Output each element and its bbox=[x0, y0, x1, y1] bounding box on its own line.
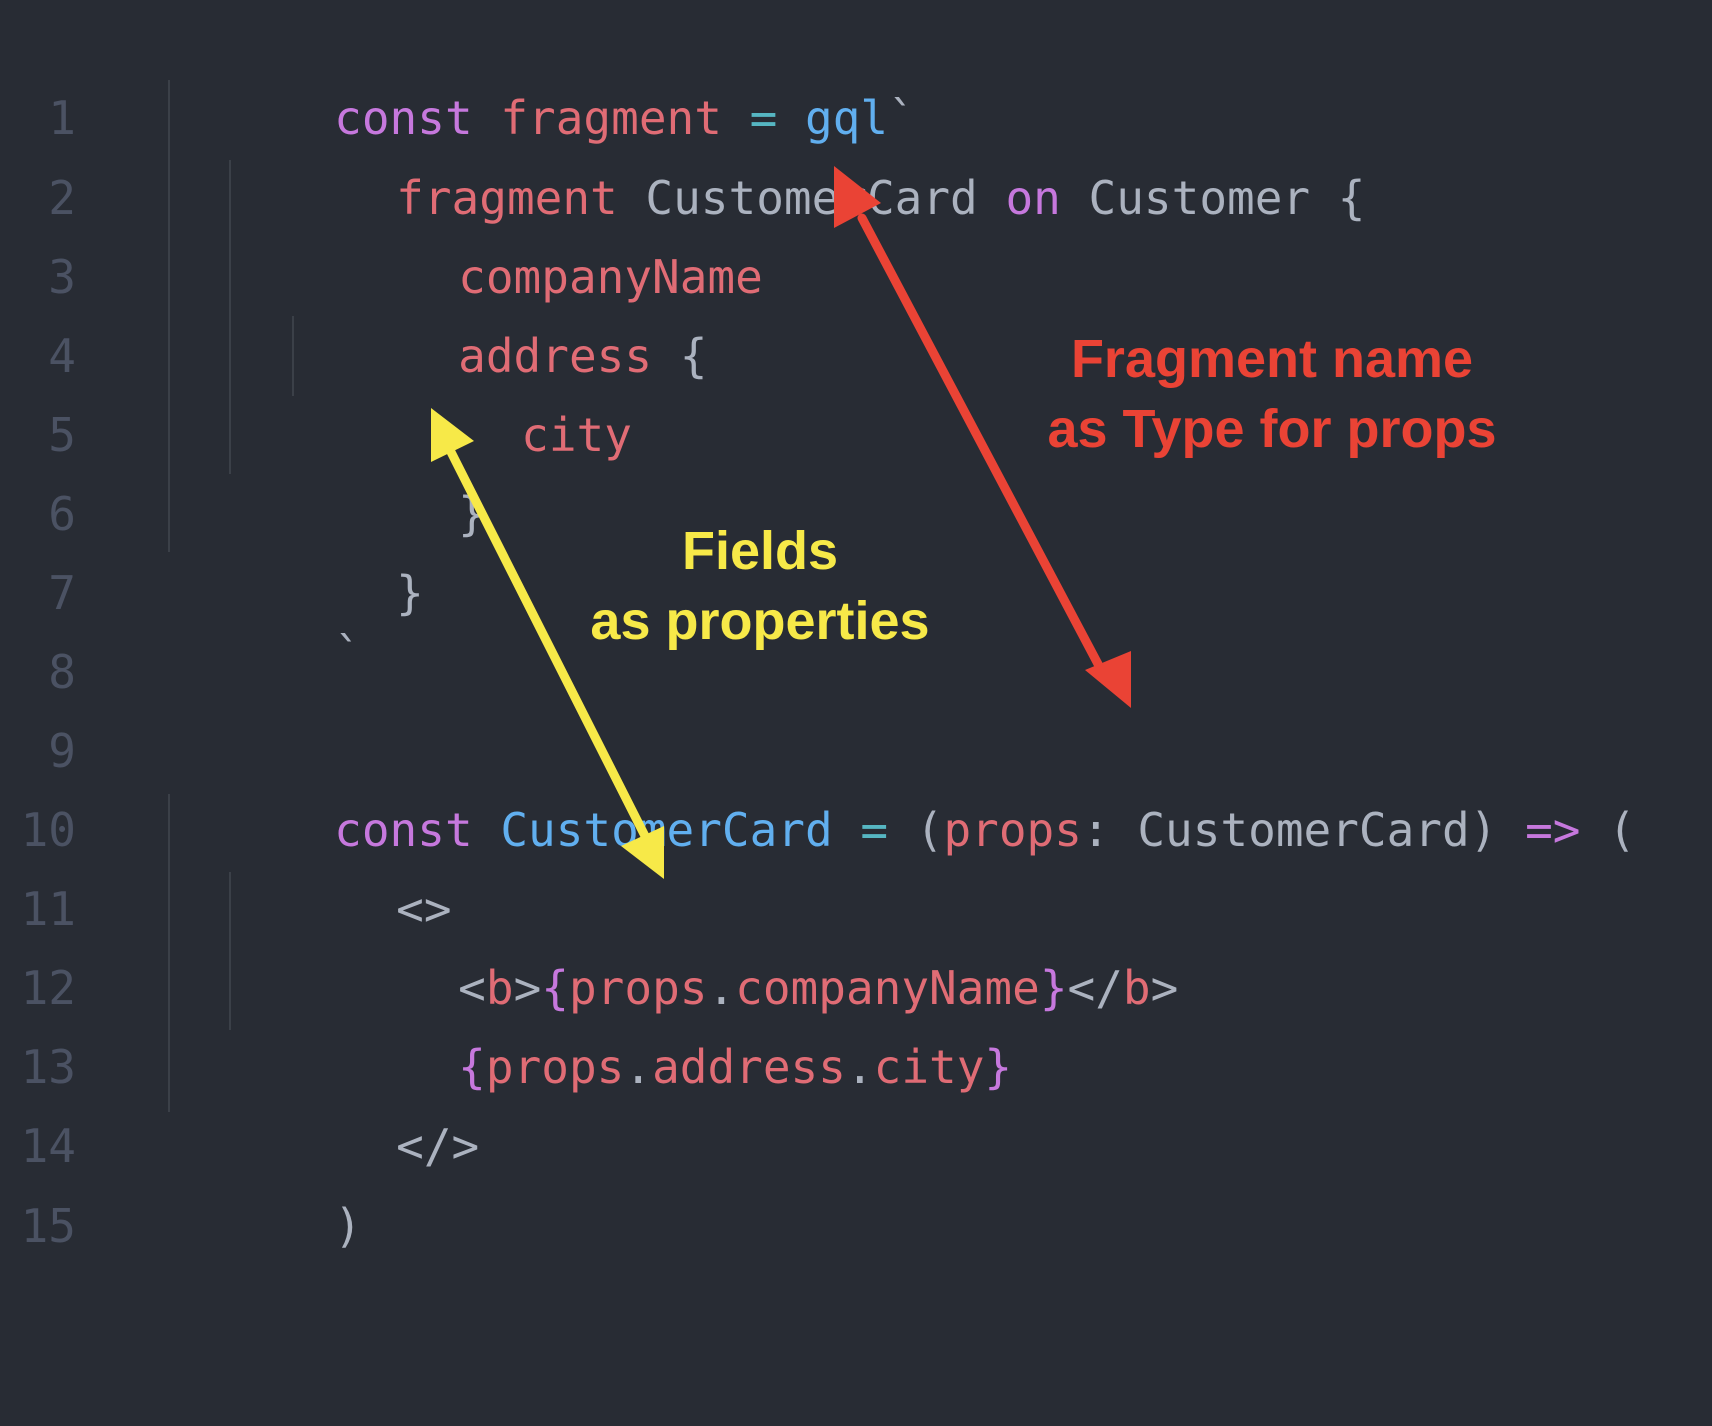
code-line: 13 {props.address.city} bbox=[0, 947, 1712, 1094]
code-content: </> bbox=[230, 1026, 479, 1173]
code-line: 3 companyName bbox=[0, 157, 1712, 304]
code-line: 2 fragment CustomerCard on Customer { bbox=[0, 78, 1712, 225]
annotation-line: as properties bbox=[590, 591, 930, 651]
code-content: const fragment = gql` bbox=[168, 0, 916, 145]
code-content: address { bbox=[292, 236, 707, 383]
annotation-line: Fragment name bbox=[1070, 329, 1474, 389]
code-content: companyName bbox=[292, 157, 763, 304]
code-line: 14 </> bbox=[0, 1026, 1712, 1173]
annotation-line: as Type for props bbox=[1047, 399, 1497, 459]
code-content: } bbox=[292, 394, 486, 541]
code-line: 12 <b>{props.companyName}</b> bbox=[0, 868, 1712, 1015]
code-line: 15 ) bbox=[0, 1106, 1712, 1253]
code-content: <> bbox=[230, 789, 451, 936]
code-line: 11 <> bbox=[0, 789, 1712, 936]
code-content: ) bbox=[168, 1106, 362, 1253]
code-content: {props.address.city} bbox=[292, 947, 1012, 1094]
annotation-line: Fields bbox=[681, 521, 839, 581]
code-editor: 1 const fragment = gql` 2 fragment Custo… bbox=[0, 0, 1712, 1253]
code-content: ` bbox=[168, 534, 362, 681]
code-token: ) bbox=[334, 1199, 362, 1253]
code-line: 4 address { bbox=[0, 236, 1712, 383]
code-line: 10 const CustomerCard = (props: Customer… bbox=[0, 710, 1712, 857]
code-content: <b>{props.companyName}</b> bbox=[292, 868, 1178, 1015]
fragment-name-annotation: Fragment name as Type for props bbox=[1022, 324, 1522, 464]
fields-annotation: Fields as properties bbox=[560, 516, 960, 656]
code-content: const CustomerCard = (props: CustomerCar… bbox=[168, 710, 1636, 857]
line-number: 15 bbox=[20, 1199, 76, 1253]
code-content: fragment CustomerCard on Customer { bbox=[230, 78, 1365, 225]
code-content: city bbox=[355, 315, 632, 462]
code-line: 1 const fragment = gql` bbox=[0, 0, 1712, 145]
